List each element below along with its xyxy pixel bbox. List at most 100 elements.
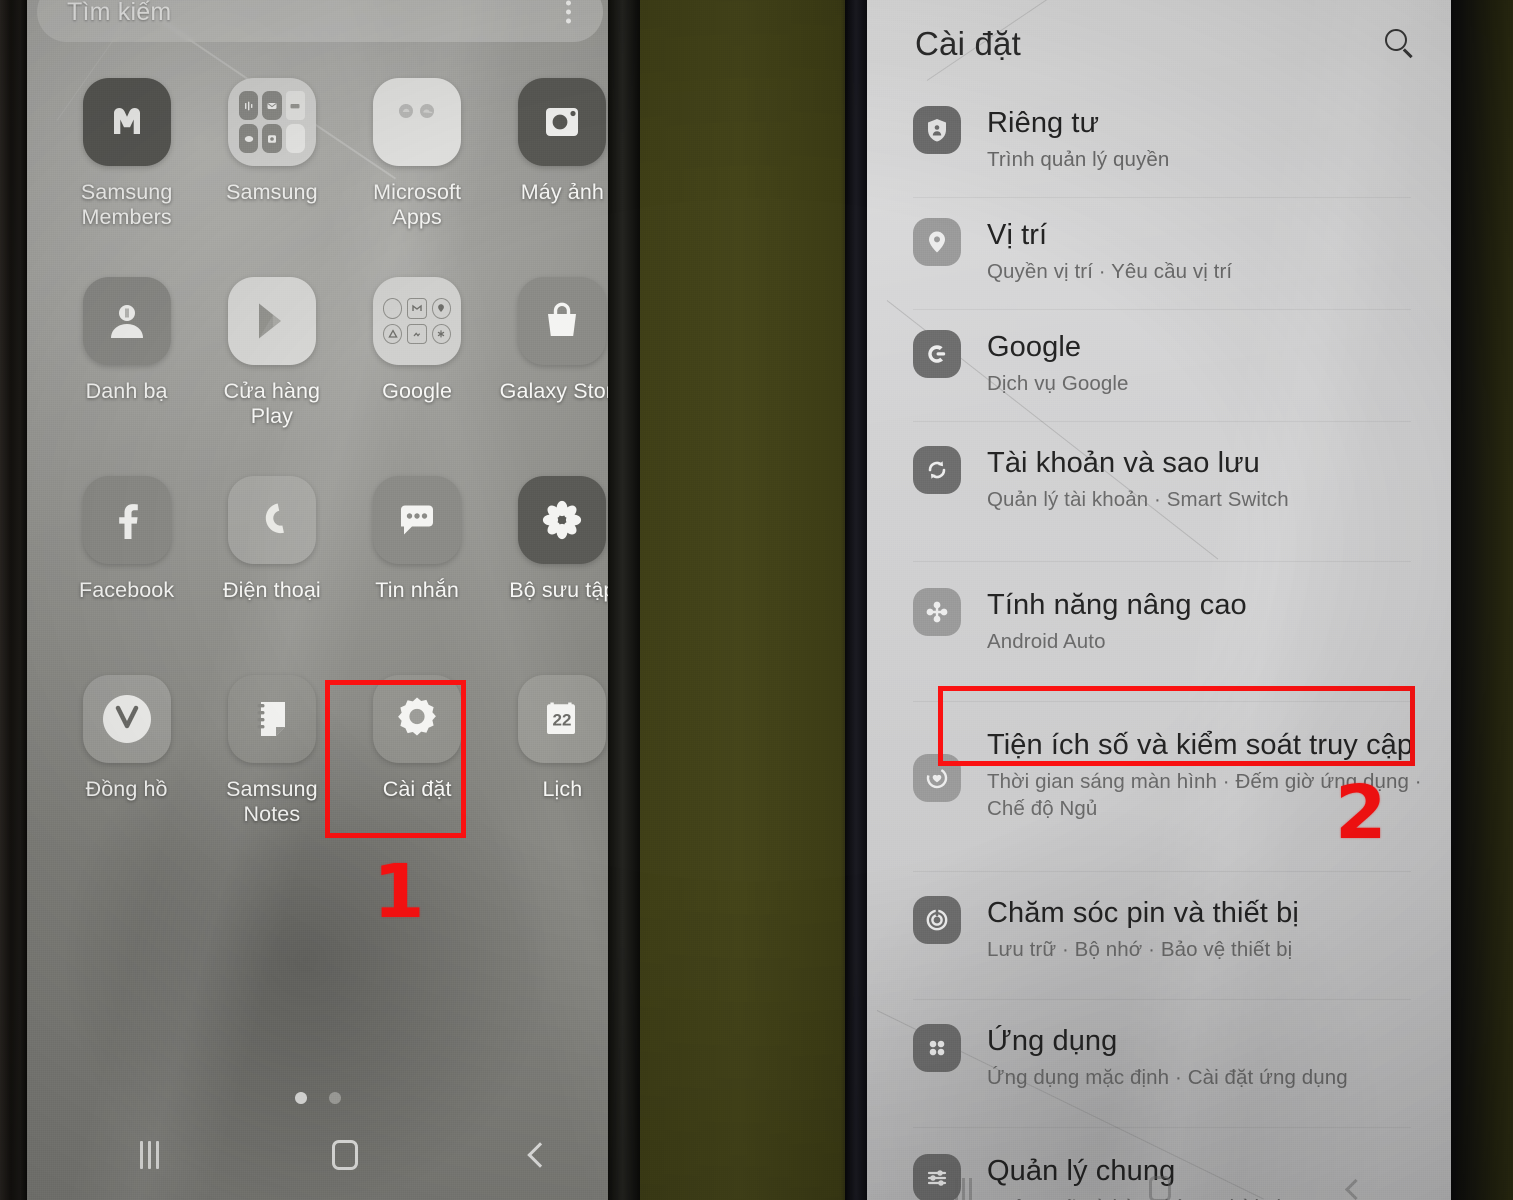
clock-icon[interactable] — [82, 675, 171, 763]
galaxy-store-icon[interactable] — [518, 277, 607, 365]
settings-row-title: Riêng tư — [987, 107, 1100, 139]
app-item-facebook[interactable]: Facebook — [54, 476, 199, 675]
app-item-calendar[interactable]: 22 Lịch — [490, 675, 608, 874]
app-label: Bộ sưu tập — [509, 578, 608, 602]
page-dot[interactable] — [328, 1092, 341, 1104]
search-icon[interactable] — [1385, 29, 1415, 59]
settings-row-title: Vị trí — [987, 219, 1048, 251]
facebook-icon[interactable] — [82, 476, 171, 564]
camera-icon[interactable] — [518, 78, 607, 166]
right-phone-bezel-left — [845, 0, 867, 1200]
app-label: Galaxy Store — [499, 379, 608, 403]
settings-gear-icon[interactable] — [373, 675, 462, 763]
settings-row-subtitle: Lưu trữ · Bộ nhớ · Bảo vệ thiết bị — [987, 938, 1293, 962]
recents-icon[interactable] — [140, 1141, 160, 1169]
app-label: Tin nhắn — [375, 578, 459, 602]
samsung-folder-icon[interactable] — [227, 78, 316, 166]
app-label: Samsung — [226, 180, 318, 204]
recents-icon[interactable] — [955, 1178, 973, 1200]
digital-wellbeing-icon — [913, 754, 961, 802]
app-label: Google — [382, 379, 453, 403]
mini-icon-card — [285, 91, 305, 120]
app-item-contacts[interactable]: Danh bạ — [54, 277, 199, 476]
settings-list: Riêng tư Trình quản lý quyền Vị trí Quyề… — [867, 88, 1451, 1200]
mini-icon-gmail — [407, 298, 427, 319]
settings-row-subtitle: Dịch vụ Google — [987, 372, 1129, 396]
app-item-play-store[interactable]: Cửa hàng Play — [199, 277, 344, 476]
app-item-messages[interactable]: Tin nhắn — [345, 476, 490, 675]
advanced-features-icon — [913, 588, 961, 636]
settings-row-advanced-features[interactable]: Tính năng nâng cao Android Auto — [867, 562, 1451, 702]
calendar-day: 22 — [553, 711, 572, 730]
mini-icon-empty — [285, 124, 305, 153]
phone-icon[interactable] — [227, 476, 316, 564]
app-item-settings[interactable]: Cài đặt — [345, 675, 490, 874]
right-phone-bezel-right — [1451, 0, 1513, 1200]
messages-icon[interactable] — [373, 476, 462, 564]
contacts-icon[interactable] — [82, 277, 171, 365]
app-label: Samsung Notes — [226, 777, 318, 826]
app-item-gallery[interactable]: Bộ sưu tập — [490, 476, 608, 675]
mini-icon-music — [238, 91, 259, 120]
app-label: Samsung Members — [80, 180, 173, 229]
back-icon[interactable] — [1344, 1178, 1366, 1200]
app-item-google-folder[interactable]: Google — [345, 277, 490, 476]
page-title: Cài đặt — [915, 25, 1021, 62]
annotation-number-2: 2 — [1335, 770, 1387, 856]
app-item-samsung-notes[interactable]: Samsung Notes — [199, 675, 344, 874]
settings-row-title: Tiện ích số và kiểm soát truy cập — [987, 729, 1414, 761]
settings-row-google[interactable]: Google Dịch vụ Google — [867, 310, 1451, 422]
calendar-icon[interactable]: 22 — [518, 675, 607, 763]
search-bar[interactable]: Tìm kiếm — [37, 0, 603, 42]
settings-row-apps[interactable]: Ứng dụng Ứng dụng mặc định · Cài đặt ứng… — [867, 1000, 1451, 1128]
left-phone-bezel-right — [608, 0, 640, 1200]
right-phone-settings: Cài đặt Riêng tư Trình quản lý quyền Vị … — [845, 0, 1513, 1200]
more-vertical-icon[interactable] — [566, 0, 571, 24]
settings-row-battery-device-care[interactable]: Chăm sóc pin và thiết bị Lưu trữ · Bộ nh… — [867, 872, 1451, 1000]
settings-row-title: Ứng dụng — [987, 1025, 1118, 1057]
back-icon[interactable] — [526, 1142, 553, 1168]
settings-row-accounts-backup[interactable]: Tài khoản và sao lưu Quản lý tài khoản ·… — [867, 422, 1451, 562]
app-item-galaxy-store[interactable]: Galaxy Store — [490, 277, 608, 476]
mini-icon-gallery — [262, 124, 282, 153]
microsoft-apps-folder-icon[interactable] — [373, 78, 462, 166]
location-pin-icon — [913, 218, 961, 266]
mini-icon-drive — [383, 323, 403, 344]
left-phone-app-drawer: Tìm kiếm Samsung Members Samsung Microso… — [0, 0, 640, 1200]
page-dot-active[interactable] — [294, 1092, 307, 1104]
samsung-notes-icon[interactable] — [227, 675, 316, 763]
app-label: Lịch — [542, 777, 583, 801]
settings-row-privacy[interactable]: Riêng tư Trình quản lý quyền — [867, 88, 1451, 198]
battery-care-icon — [913, 896, 961, 944]
settings-row-subtitle: Ứng dụng mặc định · Cài đặt ứng dụng — [987, 1066, 1348, 1090]
shield-person-icon — [913, 106, 961, 154]
home-icon[interactable] — [1148, 1176, 1171, 1200]
app-item-samsung-folder[interactable]: Samsung — [199, 78, 344, 277]
samsung-members-icon[interactable] — [82, 78, 171, 166]
app-label: Máy ảnh — [520, 180, 604, 204]
left-phone-bezel-left — [0, 0, 27, 1200]
search-input[interactable]: Tìm kiếm — [67, 0, 171, 27]
mini-icon-maps — [431, 298, 452, 319]
mini-icon-chrome — [383, 298, 403, 319]
app-item-camera[interactable]: Máy ảnh — [490, 78, 608, 277]
mini-icon-photos — [407, 323, 427, 344]
app-item-clock[interactable]: Đồng hồ — [54, 675, 199, 874]
settings-row-subtitle: Quản lý tài khoản · Smart Switch — [987, 488, 1289, 512]
app-label: Điện thoại — [222, 578, 321, 602]
google-folder-icon[interactable] — [373, 277, 462, 365]
settings-row-location[interactable]: Vị trí Quyền vị trí · Yêu cầu vị trí — [867, 198, 1451, 310]
settings-row-title: Tính năng nâng cao — [987, 589, 1247, 621]
settings-row-title: Chăm sóc pin và thiết bị — [987, 897, 1299, 929]
app-item-phone[interactable]: Điện thoại — [199, 476, 344, 675]
gallery-icon[interactable] — [518, 476, 607, 564]
play-store-icon[interactable] — [227, 277, 316, 365]
settings-row-title: Google — [987, 331, 1082, 363]
settings-row-subtitle: Android Auto — [987, 630, 1106, 654]
navigation-bar — [54, 1110, 608, 1200]
home-icon[interactable] — [331, 1140, 358, 1170]
mini-icon-email — [262, 91, 282, 120]
mini-icon-internet — [238, 124, 259, 153]
app-item-samsung-members[interactable]: Samsung Members — [54, 78, 199, 277]
app-item-microsoft-apps[interactable]: Microsoft Apps — [345, 78, 490, 277]
